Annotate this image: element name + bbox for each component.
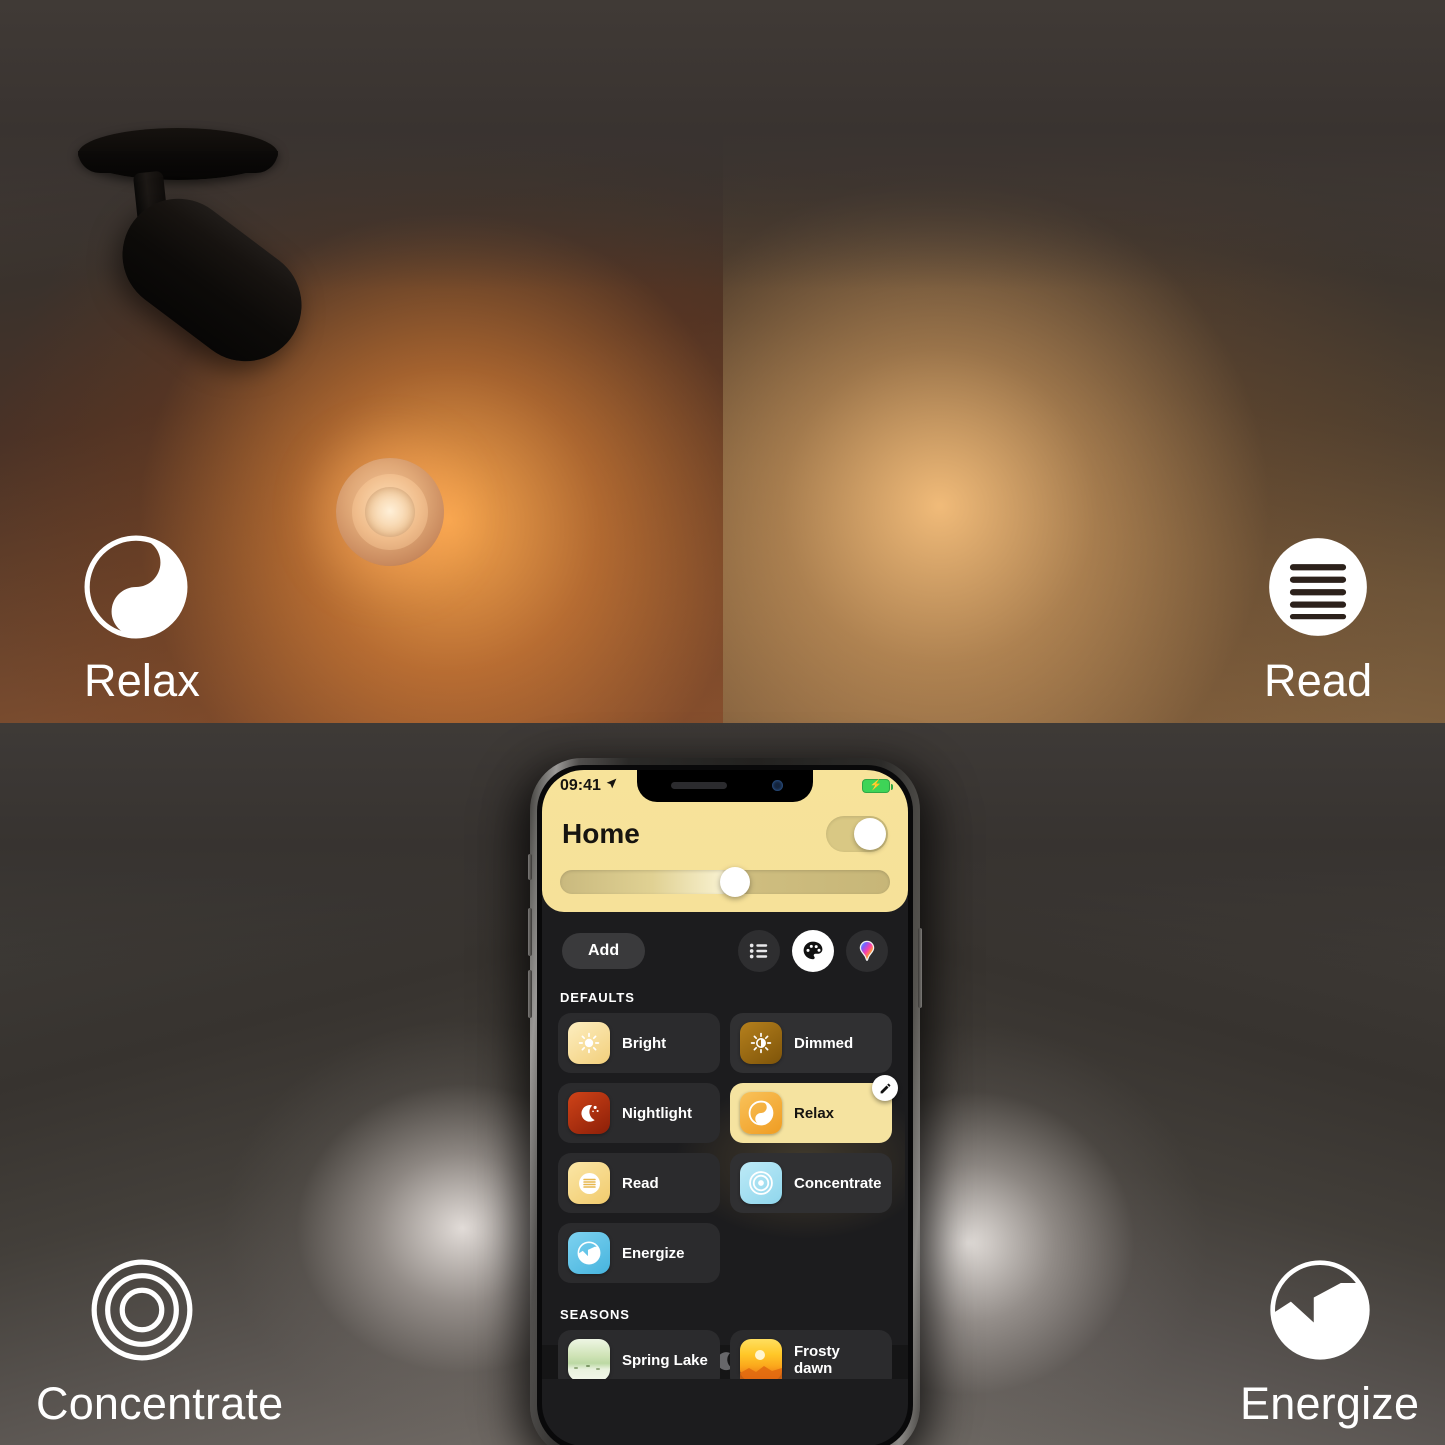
spotlight-fixture-relax	[78, 128, 444, 566]
scene-badge-energize: Energize	[1240, 1258, 1419, 1430]
location-arrow-icon	[605, 777, 618, 795]
lamp-lens-warm	[336, 458, 444, 566]
scene-card-label: Frosty dawn	[794, 1343, 840, 1377]
scene-card-label: Nightlight	[622, 1104, 692, 1122]
section-heading-defaults: DEFAULTS	[560, 990, 635, 1005]
defaults-grid: Bright Dimmed Nightlight Relax Read Conc…	[558, 1013, 898, 1283]
phone-bezel: 09:41 ⚡ Home Add DEFAULTS Bright Dimmed …	[537, 765, 913, 1445]
sun-icon	[568, 1022, 610, 1064]
edit-pencil-icon[interactable]	[872, 1075, 898, 1101]
seasons-grid: Spring Lake Frosty dawn	[558, 1330, 892, 1379]
toggle-knob	[854, 818, 886, 850]
page-title: Home	[562, 818, 640, 849]
phone-frame: 09:41 ⚡ Home Add DEFAULTS Bright Dimmed …	[528, 758, 922, 1445]
scene-card-label: Bright	[622, 1034, 667, 1052]
half-sun-icon	[740, 1022, 782, 1064]
scene-badge-label: Concentrate	[36, 1378, 284, 1429]
scene-badge-read: Read	[1264, 535, 1373, 707]
scene-card-label: Dimmed	[794, 1034, 854, 1052]
scene-card-label: Concentrate	[794, 1174, 882, 1192]
scene-card-label: Relax	[794, 1104, 835, 1122]
scene-card-label: Read	[622, 1174, 659, 1192]
status-clock: 09:41	[560, 777, 618, 795]
home-header-panel: 09:41 ⚡ Home	[542, 770, 908, 912]
battery-charging-icon: ⚡	[862, 779, 893, 793]
volume-down-button[interactable]	[528, 970, 532, 1018]
lines-icon	[568, 1162, 610, 1204]
scene-card-read[interactable]: Read	[558, 1153, 720, 1213]
phone-mockup: 09:41 ⚡ Home Add DEFAULTS Bright Dimmed …	[514, 758, 936, 1445]
palette-icon[interactable]	[792, 930, 834, 972]
landscape-thumb	[568, 1339, 610, 1379]
brightness-slider-knob[interactable]	[720, 867, 751, 897]
scene-badge-label: Read	[1264, 655, 1373, 706]
scene-card-dimmed[interactable]: Dimmed	[730, 1013, 892, 1073]
moon-stars-icon	[568, 1092, 610, 1134]
home-title-row: Home	[542, 806, 908, 862]
power-button[interactable]	[918, 928, 922, 1008]
color-bulb-icon[interactable]	[846, 930, 888, 972]
yin-yang-icon	[84, 535, 188, 639]
scene-badge-label: Relax	[84, 655, 201, 706]
status-bar: 09:41 ⚡	[542, 770, 908, 802]
scene-card-label: Energize	[622, 1244, 685, 1262]
mountain-icon	[1268, 1258, 1372, 1362]
scene-card-relax[interactable]: Relax	[730, 1075, 898, 1143]
phone-screen: 09:41 ⚡ Home Add DEFAULTS Bright Dimmed …	[542, 770, 908, 1445]
target-rings-icon	[90, 1258, 194, 1362]
yin-yang-icon	[740, 1092, 782, 1134]
scene-card-concentrate[interactable]: Concentrate	[730, 1153, 892, 1213]
brightness-slider[interactable]	[560, 867, 890, 897]
scene-card-spring-lake[interactable]: Spring Lake	[558, 1330, 720, 1379]
scene-card-frosty-dawn[interactable]: Frosty dawn	[730, 1330, 892, 1379]
target-rings-icon	[740, 1162, 782, 1204]
ceiling-plate	[78, 128, 278, 180]
promo-collage: Relax Read Concentrate Energize 09:41 ⚡ …	[0, 0, 1445, 1445]
toolbar-icon-group	[738, 930, 888, 972]
scene-card-bright[interactable]: Bright	[558, 1013, 720, 1073]
fixture-barrel	[100, 176, 324, 384]
add-button[interactable]: Add	[562, 933, 646, 969]
scene-badge-relax: Relax	[84, 535, 200, 707]
status-time: 09:41	[560, 777, 601, 794]
scene-card-nightlight[interactable]: Nightlight	[558, 1083, 720, 1143]
grid-empty-cell	[730, 1223, 892, 1283]
mute-switch[interactable]	[528, 854, 532, 880]
mountain-icon	[568, 1232, 610, 1274]
scene-card-label: Spring Lake	[622, 1351, 708, 1369]
volume-up-button[interactable]	[528, 908, 532, 956]
ceiling-shade	[723, 0, 1445, 290]
scene-badge-label: Energize	[1240, 1378, 1420, 1429]
scene-badge-concentrate: Concentrate	[36, 1258, 283, 1430]
scenes-toolbar: Add	[542, 912, 908, 984]
sunrise-thumb	[740, 1339, 782, 1379]
all-lights-toggle[interactable]	[826, 816, 888, 852]
scene-card-energize[interactable]: Energize	[558, 1223, 720, 1283]
lines-icon	[1266, 535, 1370, 639]
section-heading-seasons: SEASONS	[560, 1307, 630, 1322]
scene-list[interactable]: DEFAULTS Bright Dimmed Nightlight Relax …	[542, 984, 908, 1379]
list-icon[interactable]	[738, 930, 780, 972]
